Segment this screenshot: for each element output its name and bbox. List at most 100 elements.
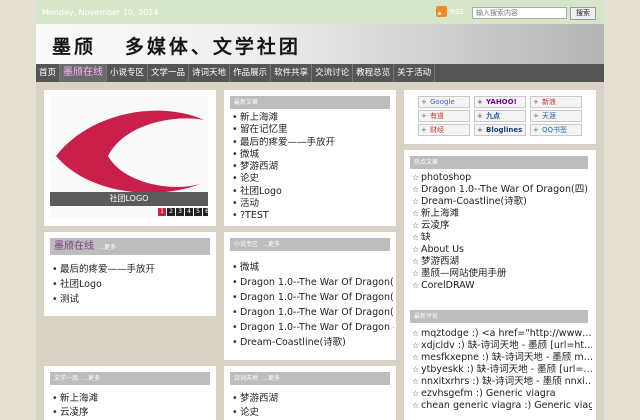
list-item[interactable]: • 留在记忆里	[232, 124, 392, 136]
panel-title: 最新评论	[414, 313, 439, 320]
list-item[interactable]: • 云凌序	[52, 406, 212, 420]
list-item[interactable]: • ?TEST	[232, 210, 392, 222]
nav-works[interactable]: 作品展示	[230, 64, 272, 82]
list-item[interactable]: • 论史	[232, 406, 392, 420]
list-item[interactable]: • 新上海滩	[232, 112, 392, 124]
list-item[interactable]: • 最后的疼爱——手放开	[52, 262, 212, 277]
list-item[interactable]: • 社团Logo	[232, 186, 392, 198]
poetry-list: • 梦游西湖 • 论史	[232, 392, 392, 420]
list-item[interactable]: ☆ chean generic viagra :) Generic viagra	[412, 400, 592, 412]
more-link[interactable]: …更多	[262, 241, 280, 248]
engine-finance-button[interactable]: 财经	[418, 124, 470, 136]
list-item[interactable]: • 论史	[232, 173, 392, 185]
comment-icon: ☆	[412, 377, 420, 386]
list-item[interactable]: ☆ nnxitxrhrs :) 缺-诗词天地 - 墨颀 nnxi…	[412, 376, 592, 388]
slider-dot[interactable]: 2	[167, 208, 175, 216]
rss-label[interactable]: RSS	[450, 8, 464, 16]
search-engines-grid: Google YAHOO! 新浪 有道 九点 天涯 财经 Bloglines Q…	[418, 96, 582, 136]
star-icon: ☆	[412, 269, 420, 278]
list-item[interactable]: • 活动	[232, 198, 392, 210]
nav-software[interactable]: 软件共享	[271, 64, 313, 82]
comments-list: ☆ mqztodge :) <a href="http://www… ☆ xdjcl…	[412, 328, 592, 412]
nav-home[interactable]: 首页	[36, 64, 61, 82]
engine-sina-button[interactable]: 新浪	[530, 96, 582, 108]
top-bar: Monday, November 10, 2014 RSS 搜索	[36, 0, 604, 24]
date-text: Monday, November 10, 2014	[42, 8, 159, 17]
slider-dot[interactable]: 6	[203, 208, 208, 216]
list-item[interactable]: • 梦游西湖	[232, 161, 392, 173]
more-link[interactable]: …更多	[82, 375, 100, 382]
list-item[interactable]: ☆ ezvhsgefm :) Generic viagra	[412, 388, 592, 400]
list-item[interactable]: • Dragon 1.0--The War Of Dragon(…	[232, 290, 394, 305]
list-item[interactable]: ☆ mesfkxepne :) 缺-诗词天地 - 墨颀 m…	[412, 352, 592, 364]
rss-icon[interactable]	[436, 6, 447, 17]
more-link[interactable]: …更多	[262, 375, 280, 382]
slider-dot[interactable]: 5	[194, 208, 202, 216]
nav-about[interactable]: 关于活动	[394, 64, 436, 82]
search-engines-panel: Google YAHOO! 新浪 有道 九点 天涯 财经 Bloglines Q…	[404, 90, 596, 144]
list-item[interactable]: • 梦游西湖	[232, 392, 392, 406]
list-item[interactable]: ☆ photoshop	[412, 172, 592, 184]
list-item[interactable]: ☆ 云凌序	[412, 220, 592, 232]
more-link[interactable]: …更多	[98, 244, 116, 251]
nav-tutorials[interactable]: 教程总览	[353, 64, 395, 82]
list-item[interactable]: • 社团Logo	[52, 277, 212, 292]
panel-title: 墨颀在线	[54, 241, 94, 252]
engine-google-button[interactable]: Google	[418, 96, 470, 108]
engine-tianya-button[interactable]: 天涯	[530, 110, 582, 122]
comment-icon: ☆	[412, 401, 420, 410]
list-item[interactable]: ☆ 新上海滩	[412, 208, 592, 220]
star-icon: ☆	[412, 221, 420, 230]
list-item[interactable]: ☆ xdjcldv :) 缺-诗词天地 - 墨颀 [url=ht…	[412, 340, 592, 352]
list-item[interactable]: ☆ Dream-Coastline(诗歌)	[412, 196, 592, 208]
panel-title: 小说专区	[234, 241, 259, 248]
list-item[interactable]: • Dream-Coastline(诗歌)	[232, 335, 394, 350]
list-item[interactable]: ☆ About Us	[412, 244, 592, 256]
list-item[interactable]: • Dragon 1.0--The War Of Dragon(…	[232, 305, 394, 320]
list-item[interactable]: • 微城	[232, 149, 392, 161]
literature-list: • 新上海滩 • 云凌序	[52, 392, 212, 420]
slider-dot[interactable]: 1	[158, 208, 166, 216]
star-icon: ☆	[412, 173, 420, 182]
logo-slider[interactable]: 社团LOGO 1 2 3 4 5 6	[50, 96, 208, 218]
list-item[interactable]: ☆ mqztodge :) <a href="http://www…	[412, 328, 592, 340]
latest-articles-header: 最新文章	[230, 96, 390, 109]
engine-jiudian-button[interactable]: 九点	[474, 110, 526, 122]
sidebar-panel: 热点文章 ☆ photoshop ☆ Dragon 1.0--The War Of …	[404, 150, 596, 420]
slider-dots: 1 2 3 4 5 6	[158, 208, 208, 216]
engine-youdao-button[interactable]: 有道	[418, 110, 470, 122]
list-item[interactable]: ☆ 缺	[412, 232, 592, 244]
latest-articles-panel: 最新文章 • 新上海滩 • 留在记忆里 • 最后的疼爱——手放开 • 微城 • 梦游西湖 …	[224, 90, 396, 226]
list-item[interactable]: • 最后的疼爱——手放开	[232, 137, 392, 149]
engine-yahoo-button[interactable]: YAHOO!	[474, 96, 526, 108]
list-item[interactable]: ☆ Dragon 1.0--The War Of Dragon(四)	[412, 184, 592, 196]
main-nav: 首页 墨颀在线 小说专区 文学一品 诗词天地 作品展示 软件共享 交流讨论 教程…	[36, 64, 604, 82]
list-item[interactable]: • Dragon 1.0--The War Of Dragon(…	[232, 275, 394, 290]
star-icon: ☆	[412, 281, 420, 290]
list-item[interactable]: • 微城	[232, 260, 394, 275]
nav-online[interactable]: 墨颀在线	[60, 64, 108, 82]
list-item[interactable]: • 新上海滩	[52, 392, 212, 406]
list-item[interactable]: ☆ 墨颀—网站使用手册	[412, 268, 592, 280]
comment-icon: ☆	[412, 365, 420, 374]
page: Monday, November 10, 2014 RSS 搜索 墨颀 多媒体、…	[36, 0, 604, 420]
list-item[interactable]: • 测试	[52, 292, 212, 307]
search-input[interactable]	[472, 7, 567, 19]
list-item[interactable]: ☆ CorelDRAW	[412, 280, 592, 292]
engine-qq-button[interactable]: QQ书签	[530, 124, 582, 136]
slider-dot[interactable]: 3	[176, 208, 184, 216]
nav-discussion[interactable]: 交流讨论	[312, 64, 354, 82]
engine-bloglines-button[interactable]: Bloglines	[474, 124, 526, 136]
search-button[interactable]: 搜索	[570, 7, 596, 20]
list-item[interactable]: • Dragon 1.0--The War Of Dragon —	[232, 320, 394, 335]
slider-dot[interactable]: 4	[185, 208, 193, 216]
list-item[interactable]: ☆ 梦游西湖	[412, 256, 592, 268]
hot-articles-list: ☆ photoshop ☆ Dragon 1.0--The War Of Drago…	[412, 172, 592, 292]
nav-novel[interactable]: 小说专区	[107, 64, 149, 82]
nav-poetry[interactable]: 诗词天地	[189, 64, 231, 82]
poetry-panel: 诗词天地 …更多 • 梦游西湖 • 论史	[224, 366, 396, 420]
list-item[interactable]: ☆ ytbyeskk :) 缺-诗词天地 - 墨颀 [url=…	[412, 364, 592, 376]
comments-header: 最新评论	[410, 310, 588, 323]
nav-literature[interactable]: 文学一品	[148, 64, 190, 82]
literature-panel: 文学一品 …更多 • 新上海滩 • 云凌序	[44, 366, 216, 420]
